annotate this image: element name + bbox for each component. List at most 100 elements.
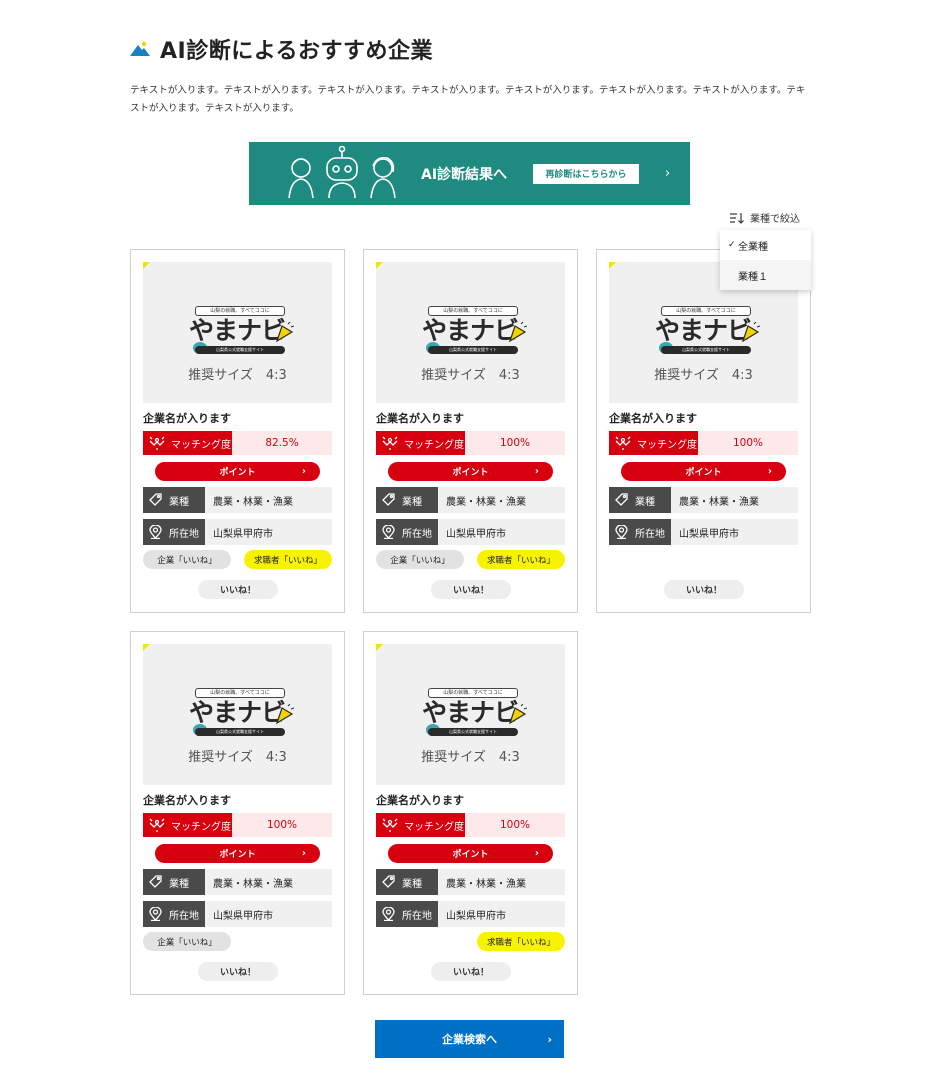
matching-label: マッチング度 [171,439,231,451]
matching-value: 100% [499,819,531,831]
map-pin-icon [382,524,395,540]
matching-value: 100% [266,819,298,831]
company-like-badge: 企業「いいね」 [376,550,464,569]
logo-tagline: 山梨の就職、すべてココに [195,306,285,316]
point-button[interactable]: ポイント › [388,462,553,481]
company-name: 企業名が入ります [143,412,231,425]
matching-label: マッチング度 [637,439,697,451]
location-label: 所在地 [169,910,199,922]
like-button[interactable]: いいね！ [664,580,744,599]
megaphone-icon [508,321,528,343]
seeker-like-badge: 求職者「いいね」 [477,932,565,951]
tag-icon [149,493,162,507]
matching-value: 100% [499,437,531,449]
company-search-button[interactable]: 企業検索へ › [375,1020,564,1058]
company-image-placeholder: 山梨の就職、すべてココに やまナビ 山梨県公式就職支援サイト 推奨サイズ 4:3 [376,262,565,403]
like-button[interactable]: いいね！ [198,580,278,599]
logo-wordmark: やまナビ [422,316,519,345]
megaphone-icon [275,321,295,343]
logo-wordmark: やまナビ [422,698,519,727]
logo-subtitle: 山梨県公式就職支援サイト [428,346,518,354]
banner-title: AI診断結果へ [421,166,508,183]
page-header: AI診断によるおすすめ企業 [130,33,433,65]
company-card[interactable]: 山梨の就職、すべてココに やまナビ 山梨県公式就職支援サイト 推奨サイズ 4:3… [596,249,811,613]
industry-row: 業種 農業・林業・漁業 [609,487,798,513]
search-button-label: 企業検索へ [442,1033,497,1046]
logo-subtitle: 山梨県公式就職支援サイト [195,728,285,736]
industry-value: 農業・林業・漁業 [446,878,526,890]
company-image-placeholder: 山梨の就職、すべてココに やまナビ 山梨県公式就職支援サイト 推奨サイズ 4:3 [143,644,332,785]
logo-subtitle: 山梨県公式就職支援サイト [428,728,518,736]
company-like-badge: 企業「いいね」 [143,550,231,569]
industry-label: 業種 [635,496,655,508]
matching-row: マッチング度 82.5% [143,431,332,455]
tag-icon [382,875,395,889]
location-row: 所在地 山梨県甲府市 [376,901,565,927]
industry-label: 業種 [402,878,422,890]
company-image-placeholder: 山梨の就職、すべてココに やまナビ 山梨県公式就職支援サイト 推奨サイズ 4:3 [376,644,565,785]
logo-tagline: 山梨の就職、すべてココに [428,688,518,698]
company-name: 企業名が入ります [376,412,464,425]
tag-icon [149,875,162,889]
logo-subtitle: 山梨県公式就職支援サイト [661,346,751,354]
industry-value: 農業・林業・漁業 [213,878,293,890]
company-card[interactable]: 山梨の就職、すべてココに やまナビ 山梨県公式就職支援サイト 推奨サイズ 4:3… [363,249,578,613]
industry-label: 業種 [402,496,422,508]
industry-filter-dropdown: ✓ 全業種 業種１ [720,230,811,290]
point-button[interactable]: ポイント › [155,462,320,481]
matching-value: 82.5% [265,437,299,449]
company-name: 企業名が入ります [376,794,464,807]
point-button[interactable]: ポイント › [388,844,553,863]
company-card[interactable]: 山梨の就職、すべてココに やまナビ 山梨県公式就職支援サイト 推奨サイズ 4:3… [363,631,578,995]
chevron-right-icon: › [301,466,306,477]
handshake-icon [149,436,165,450]
recommended-size-label: 推奨サイズ 4:3 [421,750,520,765]
location-row: 所在地 山梨県甲府市 [376,519,565,545]
logo-tagline: 山梨の就職、すべてココに [428,306,518,316]
ai-result-banner[interactable]: AI診断結果へ 再診断はこちらから › [249,142,690,205]
company-card[interactable]: 山梨の就職、すべてココに やまナビ 山梨県公式就職支援サイト 推奨サイズ 4:3… [130,631,345,995]
megaphone-icon [275,703,295,725]
filter-option-label: 全業種 [738,241,768,253]
location-value: 山梨県甲府市 [213,910,273,922]
corner-flag-icon [376,644,383,651]
mountain-icon [130,41,150,57]
megaphone-icon [741,321,761,343]
matching-row: マッチング度 100% [143,813,332,837]
rediagnose-button[interactable]: 再診断はこちらから [533,163,639,184]
handshake-icon [149,818,165,832]
matching-row: マッチング度 100% [609,431,798,455]
filter-option-industry-1[interactable]: 業種１ [720,260,811,290]
handshake-icon [382,818,398,832]
corner-flag-icon [143,262,150,269]
like-button[interactable]: いいね！ [431,580,511,599]
industry-label: 業種 [169,496,189,508]
map-pin-icon [149,906,162,922]
company-card[interactable]: 山梨の就職、すべてココに やまナビ 山梨県公式就職支援サイト 推奨サイズ 4:3… [130,249,345,613]
corner-flag-icon [143,644,150,651]
point-label: ポイント [452,468,489,478]
filter-option-label: 業種１ [738,271,768,283]
location-label: 所在地 [169,528,199,540]
point-button[interactable]: ポイント › [621,462,786,481]
map-pin-icon [382,906,395,922]
like-button[interactable]: いいね！ [431,962,511,981]
industry-filter-toggle[interactable]: 業種で絞込 [730,210,800,225]
filter-option-all[interactable]: ✓ 全業種 [720,230,811,260]
industry-value: 農業・林業・漁業 [446,496,526,508]
logo-tagline: 山梨の就職、すべてココに [195,688,285,698]
company-like-badge: 企業「いいね」 [143,932,231,951]
point-button[interactable]: ポイント › [155,844,320,863]
seeker-like-badge: 求職者「いいね」 [477,550,565,569]
seeker-like-badge: 求職者「いいね」 [244,550,332,569]
chevron-right-icon: › [665,166,671,181]
chevron-right-icon: › [547,1032,552,1046]
recommended-size-label: 推奨サイズ 4:3 [188,368,287,383]
corner-flag-icon [376,262,383,269]
industry-row: 業種 農業・林業・漁業 [143,487,332,513]
recommended-size-label: 推奨サイズ 4:3 [188,750,287,765]
megaphone-icon [508,703,528,725]
logo-wordmark: やまナビ [189,316,286,345]
like-button[interactable]: いいね！ [198,962,278,981]
company-name: 企業名が入ります [143,794,231,807]
